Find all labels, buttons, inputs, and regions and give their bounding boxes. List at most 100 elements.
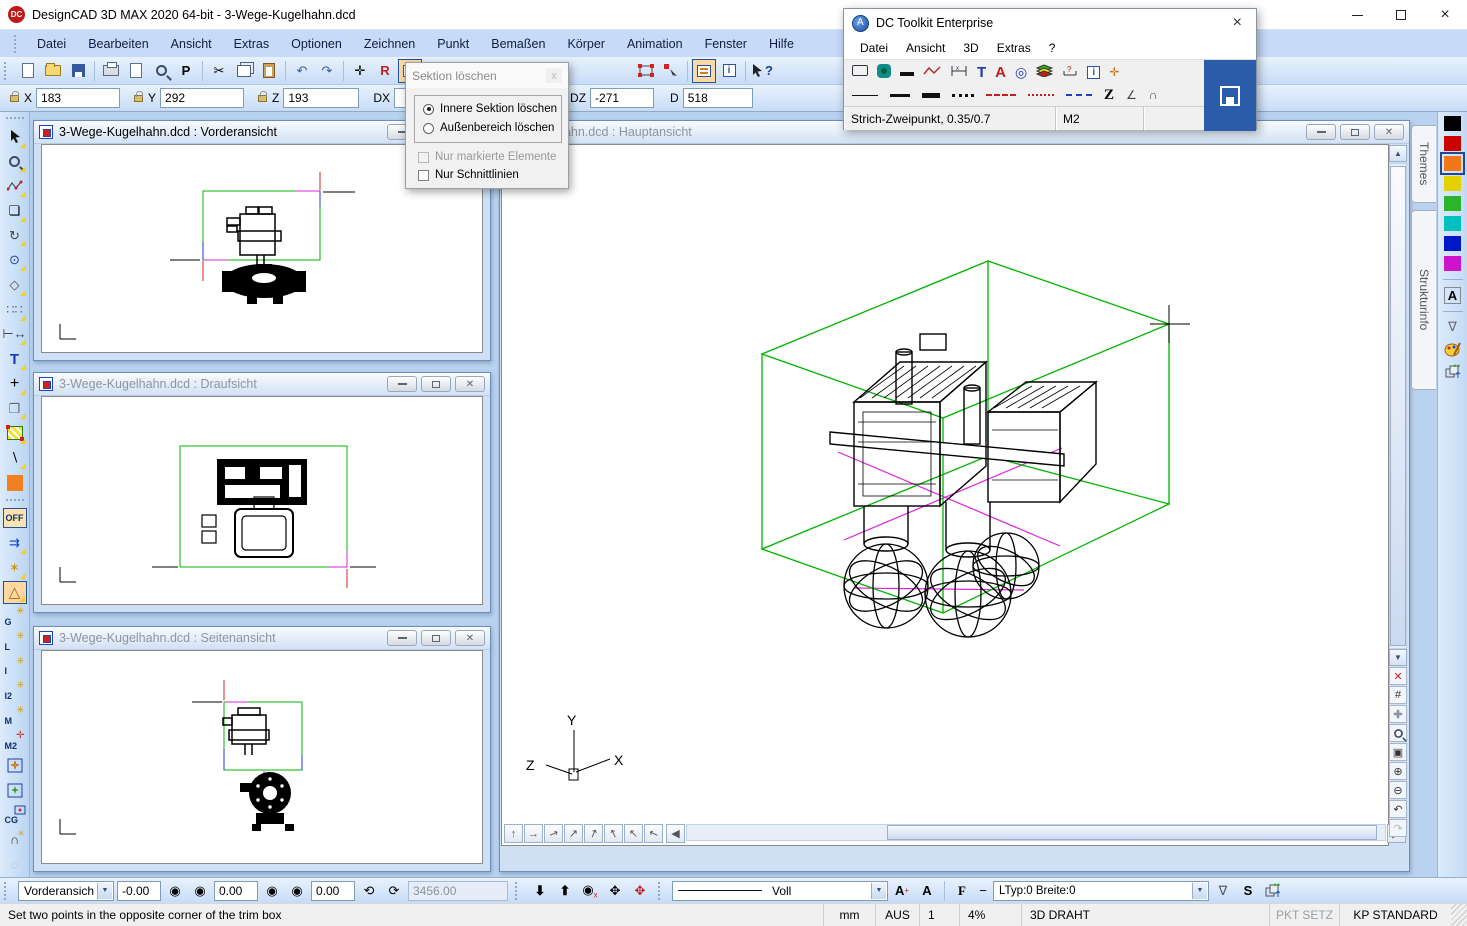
move-down-button[interactable]: ⬇ [529, 880, 551, 902]
toolbar-grip[interactable] [4, 62, 9, 80]
menu-punkt[interactable]: Punkt [427, 33, 479, 55]
screen-button[interactable] [852, 65, 868, 79]
linestyle-dashdot-blue-button[interactable] [1066, 94, 1092, 96]
fill-toggle-button[interactable]: F [951, 880, 973, 902]
radio-selected-icon[interactable] [423, 104, 434, 115]
maximize-button[interactable] [421, 630, 451, 646]
rotate-view-left-button[interactable]: ◉ [164, 880, 186, 902]
y-lock-icon[interactable] [134, 95, 143, 102]
minimize-button[interactable] [387, 376, 417, 392]
dc-toolkit-window[interactable]: DC Toolkit Enterprise × Datei Ansicht 3D… [843, 8, 1257, 130]
checkbox-cut-lines[interactable]: Nur Schnittlinien [418, 169, 519, 181]
zoom-window-button[interactable]: ▣ [1389, 743, 1407, 761]
filter-button[interactable]: ∇ [1212, 880, 1234, 902]
chevron-down-icon[interactable]: ▼ [871, 883, 886, 899]
filter-button[interactable]: ∇ [1443, 318, 1463, 336]
circle-tool[interactable]: ⊙ [3, 248, 27, 272]
scrollbar-thumb[interactable] [1390, 166, 1406, 646]
layer-stack-button[interactable] [1036, 64, 1053, 80]
linestyle-thick-button[interactable] [922, 93, 940, 98]
font-button[interactable]: A [916, 880, 938, 902]
multi-select-tool[interactable]: ⇉ [3, 531, 27, 555]
palette-green[interactable] [1444, 196, 1461, 211]
palette-orange-selected[interactable] [1444, 156, 1461, 171]
checkbox-marked-elements[interactable]: Nur markierte Elemente [418, 151, 556, 163]
pan-button[interactable]: ✚ [1389, 705, 1407, 723]
toolkit-menu-3d[interactable]: 3D [955, 39, 986, 57]
nut-button[interactable] [877, 64, 891, 81]
dialog-close-button[interactable]: x [546, 68, 562, 83]
x-coordinate-input[interactable] [36, 88, 120, 108]
linestyle-dashdot-red-button[interactable] [986, 94, 1016, 96]
text-color-button[interactable]: A [1443, 286, 1463, 304]
select-tool[interactable] [3, 125, 27, 149]
close-button[interactable]: ✕ [1374, 124, 1404, 140]
radio-inner-section[interactable]: Innere Sektion löschen [423, 103, 557, 115]
palette-black[interactable] [1444, 116, 1461, 131]
style-button[interactable]: S [1237, 880, 1259, 902]
print-preview-button[interactable] [149, 59, 173, 83]
center-marker-button[interactable]: ✛ [1109, 65, 1119, 79]
toolkit-menu-extras[interactable]: Extras [989, 39, 1039, 57]
z-lock-icon[interactable] [258, 95, 267, 102]
toolkit-titlebar[interactable]: DC Toolkit Enterprise × [844, 9, 1256, 37]
point-tool[interactable]: + [3, 372, 27, 396]
d-coordinate-input[interactable] [683, 88, 753, 108]
page-setup-button[interactable] [124, 59, 148, 83]
draufsicht-titlebar[interactable]: 3-Wege-Kugelhahn.dcd : Draufsicht ✕ [34, 373, 490, 396]
z-order-button[interactable]: Z [1104, 87, 1114, 104]
status-kp-standard[interactable]: KP STANDARD [1339, 904, 1451, 926]
menu-bemassen[interactable]: Bemaßen [481, 33, 555, 55]
scroll-down-button[interactable]: ▼ [1389, 649, 1407, 666]
snap-midpoint-2[interactable]: M2✛ [3, 729, 27, 753]
view-nw-steep-button[interactable]: ↖ [604, 824, 623, 843]
hauptansicht-canvas[interactable]: Y X Z ↑ → ↗ ↗ ↗ ↖ ↖ ↖ ◀ ▶ [501, 144, 1389, 846]
view-select[interactable]: Vorderansich ▼ [18, 881, 114, 901]
dimension-tool[interactable]: ⊢↔ [3, 323, 27, 347]
scrollbar-thumb[interactable] [887, 825, 1377, 840]
rotation-x-input[interactable] [117, 881, 161, 901]
scroll-left-button[interactable]: ◀ [666, 824, 685, 843]
checkbox-icon[interactable] [418, 170, 429, 181]
color-picker-button[interactable] [1443, 340, 1463, 358]
minimize-button[interactable] [1335, 0, 1379, 30]
snap-tangent[interactable]: ∩✳ [3, 828, 27, 852]
info-button[interactable]: i [1087, 66, 1100, 79]
window-seitenansicht[interactable]: 3-Wege-Kugelhahn.dcd : Seitenansicht ✕ [33, 626, 491, 872]
linestyle-dotted-button[interactable] [952, 94, 974, 97]
dimension-button[interactable]: x [950, 65, 968, 80]
trim-tool[interactable]: △ [3, 581, 27, 605]
linestyle-medium-button[interactable] [890, 94, 910, 97]
pan-origin-button[interactable]: ✥ [629, 880, 651, 902]
cut-button[interactable]: ✂ [207, 59, 231, 83]
palette-yellow[interactable] [1444, 176, 1461, 191]
magic-wand-tool[interactable]: ✶ [3, 556, 27, 580]
font-increase-button[interactable]: A+ [891, 880, 913, 902]
linetype-select[interactable]: LTyp:0 Breite:0 ▼ [993, 881, 1209, 901]
status-pkt-setz[interactable]: PKT SETZ [1269, 904, 1339, 926]
menu-animation[interactable]: Animation [617, 33, 693, 55]
menu-ansicht[interactable]: Ansicht [161, 33, 222, 55]
snap-midpoint[interactable]: M✳ [3, 704, 27, 728]
snap-circle-disabled[interactable]: ◌ [3, 852, 27, 876]
maximize-button[interactable] [1340, 124, 1370, 140]
radio-outer-section[interactable]: Außenbereich löschen [423, 122, 554, 134]
y-coordinate-input[interactable] [160, 88, 244, 108]
group-tool[interactable]: ❒ [3, 397, 27, 421]
menu-datei[interactable]: Datei [27, 33, 76, 55]
zoom-previous-button[interactable]: ↶ [1389, 800, 1407, 818]
view-distance-input[interactable] [408, 881, 508, 901]
save-button[interactable] [66, 59, 90, 83]
zoom-tool[interactable] [3, 150, 27, 174]
print-button[interactable] [99, 59, 123, 83]
dialog-titlebar[interactable]: Sektion löschen x [406, 63, 568, 88]
zoom-in-button[interactable]: ⊕ [1389, 762, 1407, 780]
move-up-button[interactable]: ⬆ [554, 880, 576, 902]
zoom-all-button[interactable] [1389, 724, 1407, 742]
rotate-view-down-button[interactable]: ◉ [286, 880, 308, 902]
snap-intersect-1[interactable]: I✳ [3, 655, 27, 679]
dz-coordinate-input[interactable] [590, 88, 654, 108]
section-lines-button[interactable] [692, 59, 716, 83]
menu-bearbeiten[interactable]: Bearbeiten [78, 33, 158, 55]
layer-up-button[interactable] [1262, 880, 1284, 902]
